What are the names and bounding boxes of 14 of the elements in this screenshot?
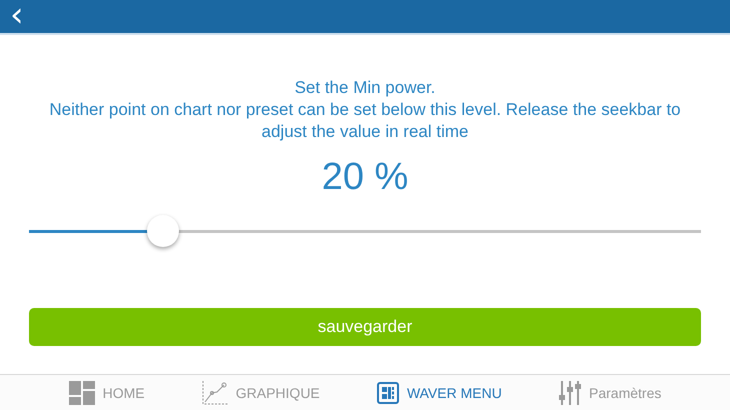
nav-tab[interactable]: GRAPHIQUE bbox=[202, 375, 320, 410]
grid-icon bbox=[68, 380, 95, 404]
nav-tab[interactable]: HOME bbox=[68, 375, 145, 410]
nav-tab[interactable]: Paramètres bbox=[559, 375, 662, 410]
nav-tab[interactable]: WAVER MENU bbox=[376, 375, 502, 410]
back-button[interactable]: ‹ bbox=[2, 0, 32, 34]
chart-icon bbox=[202, 380, 228, 404]
sliders-icon bbox=[559, 380, 581, 404]
power-slider[interactable] bbox=[29, 216, 701, 246]
power-reading: 20 % bbox=[322, 155, 408, 199]
save-button[interactable]: sauvegarder bbox=[29, 308, 701, 346]
instruction-text: Set the Min power. bbox=[294, 77, 436, 99]
menu-icon bbox=[376, 382, 399, 404]
instruction-text: Neither point on chart nor preset can be set below this level. Release the seekbar to adjust the value in real time bbox=[48, 99, 682, 143]
